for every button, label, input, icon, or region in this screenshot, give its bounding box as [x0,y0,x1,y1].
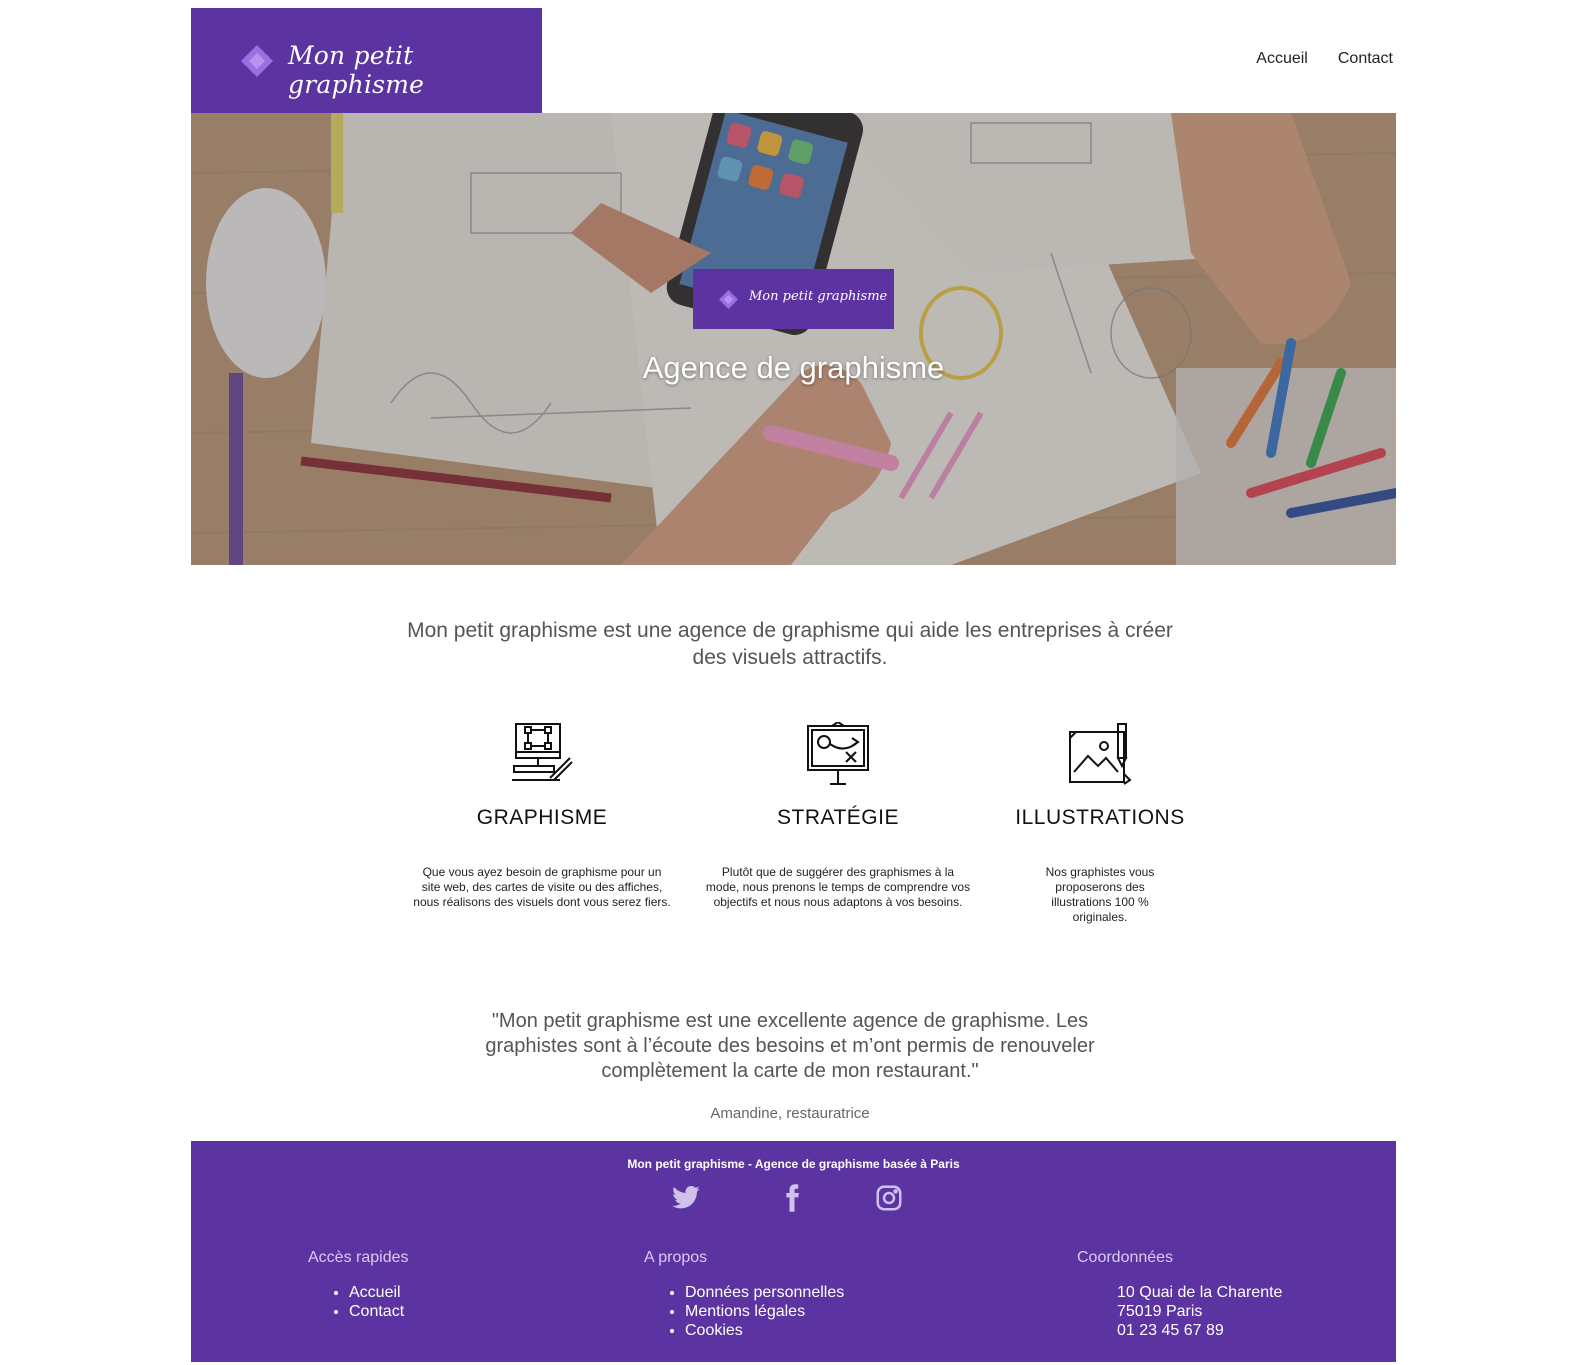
footer-about-links: Données personnelles Mentions légales Co… [666,1283,844,1340]
footer-quick-links: Accueil Contact [330,1283,404,1321]
page: Mon petit graphisme Accueil Contact Mon … [0,0,1579,1365]
illustration-canvas-icon [1069,723,1132,785]
hero-title: Agence de graphisme [642,350,945,385]
footer-contact-title: Coordonnées [1077,1249,1174,1266]
footer-address: 10 Quai de la Charente 75019 Paris 01 23… [1117,1283,1282,1340]
service-title: ILLUSTRATIONS [1015,806,1185,829]
hero-badge: Mon petit graphisme [693,269,894,329]
footer-about-title: A propos [644,1249,708,1266]
address-street: 10 Quai de la Charente [1117,1284,1283,1301]
service-description: Que vous ayez besoin de graphisme pour u… [413,865,671,909]
strategy-board-icon [807,722,869,785]
footer-tagline: Mon petit graphisme - Agence de graphism… [627,1157,960,1171]
hero-overlay [191,113,1396,565]
service-description: Nos graphistes vous proposerons des illu… [1045,865,1155,924]
service-strategie: STRATÉGIE Plutôt que de suggérer des gra… [703,722,973,910]
facebook-icon[interactable] [777,1183,807,1218]
list-item: Données personnelles [685,1283,844,1302]
footer-link-contact[interactable]: Contact [349,1303,404,1320]
site-logo[interactable]: Mon petit graphisme [191,8,542,113]
design-monitor-icon [512,723,573,781]
footer-link-accueil[interactable]: Accueil [349,1284,401,1301]
address-phone: 01 23 45 67 89 [1117,1322,1224,1339]
main-nav: Accueil Contact [1256,50,1393,68]
footer-link-donnees[interactable]: Données personnelles [685,1284,844,1301]
address-city: 75019 Paris [1117,1303,1203,1320]
logo-text: Mon petit graphisme [288,41,425,99]
footer-link-cookies[interactable]: Cookies [685,1322,743,1339]
list-item: Mentions légales [685,1302,844,1321]
intro-text: Mon petit graphisme est une agence de gr… [407,619,1173,669]
list-item: Contact [349,1302,404,1321]
footer-quick-links-title: Accès rapides [308,1249,409,1266]
nav-link-accueil[interactable]: Accueil [1256,50,1308,68]
footer-link-mentions[interactable]: Mentions légales [685,1303,805,1320]
diamond-logo-icon [719,290,738,309]
twitter-icon[interactable] [671,1183,701,1218]
diamond-logo-icon [241,45,273,77]
hero-banner: Mon petit graphisme Agence de graphisme [191,113,1396,565]
service-title: GRAPHISME [476,806,608,829]
instagram-icon[interactable] [874,1183,904,1218]
testimonial-quote: "Mon petit graphisme est une excellente … [485,1010,1095,1082]
service-description: Plutôt que de suggérer des graphismes à … [705,865,971,909]
service-illustrations: ILLUSTRATIONS Nos graphistes vous propos… [1010,722,1190,925]
site-footer: Mon petit graphisme - Agence de graphism… [191,1141,1396,1362]
service-title: STRATÉGIE [777,806,899,829]
hero-badge-text: Mon petit graphisme [749,289,888,304]
service-graphisme: GRAPHISME Que vous ayez besoin de graphi… [402,722,682,910]
list-item: Accueil [349,1283,404,1302]
nav-link-contact[interactable]: Contact [1338,50,1393,68]
testimonial-author: Amandine, restauratrice [710,1105,870,1122]
list-item: Cookies [685,1321,844,1340]
